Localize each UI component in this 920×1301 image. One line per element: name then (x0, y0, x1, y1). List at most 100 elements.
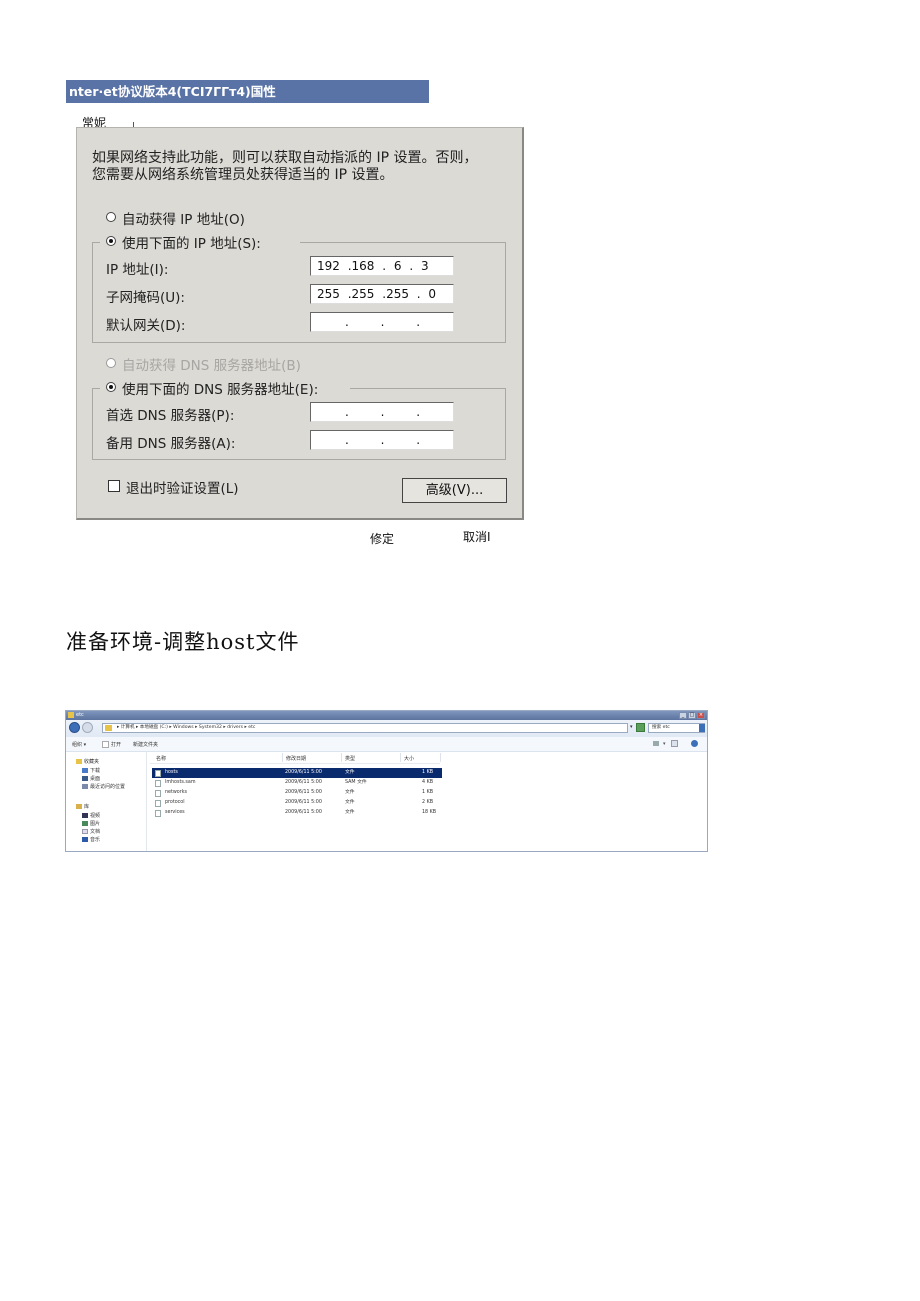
column-header-name[interactable]: 名称 (156, 755, 166, 762)
alternate-dns-field[interactable]: . . . (310, 430, 454, 450)
address-input[interactable]: ▸ 计算机 ▸ 本地磁盘 (C:) ▸ Windows ▸ System32 ▸… (102, 723, 628, 733)
sidebar-favorites-label: 收藏夹 (84, 759, 100, 765)
sidebar-item-pictures[interactable]: 图片 (82, 820, 100, 827)
column-header-date[interactable]: 修改日期 (286, 755, 306, 762)
advanced-button[interactable]: 高级(V)... (402, 478, 507, 503)
sidebar-libraries-label: 库 (84, 804, 90, 810)
folder-icon (68, 712, 74, 718)
dialog-title: nter·et协议版本4(TCI7ΓΓт4)国性 (66, 80, 429, 103)
file-date: 2009/6/11 5:00 (285, 790, 322, 795)
minimize-icon[interactable]: _ (679, 712, 687, 719)
ok-button[interactable]: 修定 (370, 530, 394, 547)
validate-checkbox[interactable] (108, 480, 120, 492)
help-icon[interactable] (691, 740, 698, 747)
preferred-dns-field[interactable]: . . . (310, 402, 454, 422)
sidebar-item-downloads[interactable]: 下载 (82, 767, 100, 774)
dns-auto-label: 自动获得 DNS 服务器地址(B) (122, 358, 301, 374)
new-folder-button[interactable]: 新建文件夹 (133, 741, 158, 748)
preview-pane-icon[interactable] (671, 740, 678, 747)
column-header-type[interactable]: 类型 (345, 755, 355, 762)
sidebar-item-label: 音乐 (90, 837, 101, 843)
view-dropdown-icon[interactable]: ▾ (663, 741, 666, 747)
file-icon (155, 770, 161, 777)
file-type: 文件 (345, 810, 355, 815)
preferred-dns-label: 首选 DNS 服务器(P): (106, 408, 235, 424)
sidebar-item-videos[interactable]: 视频 (82, 812, 100, 819)
file-icon (155, 800, 161, 807)
file-name: networks (165, 790, 187, 795)
table-row[interactable]: lmhosts.sam 2009/6/11 5:00 SAM 文件 4 KB (152, 778, 442, 788)
explorer-toolbar (66, 737, 707, 752)
dns-auto-radio[interactable] (106, 358, 116, 368)
table-row[interactable]: services 2009/6/11 5:00 文件 18 KB (152, 808, 442, 818)
close-icon[interactable]: × (697, 712, 705, 719)
open-label: 打开 (111, 742, 122, 748)
picture-icon (82, 821, 88, 826)
explorer-window: etc _ □ × ▸ 计算机 ▸ 本地磁盘 (C:) ▸ Windows ▸ … (65, 710, 708, 852)
gateway-field[interactable]: . . . (310, 312, 454, 332)
view-icon[interactable] (653, 741, 659, 746)
column-separator[interactable] (341, 753, 342, 762)
file-icon (102, 741, 109, 748)
ip-manual-radio[interactable] (106, 236, 116, 246)
sidebar-item-recent[interactable]: 最近访问的位置 (82, 783, 125, 790)
sidebar-item-documents[interactable]: 文档 (82, 828, 100, 835)
header-divider (150, 763, 440, 764)
table-row[interactable]: networks 2009/6/11 5:00 文件 1 KB (152, 788, 442, 798)
sidebar-item-label: 图片 (90, 821, 101, 827)
address-folder-icon (105, 725, 112, 731)
open-button[interactable]: 打开 (102, 741, 121, 748)
file-date: 2009/6/11 5:00 (285, 770, 322, 775)
file-type: SAM 文件 (345, 780, 367, 785)
ip-address-field[interactable]: 192 .168 . 6 . 3 (310, 256, 454, 276)
column-header-size[interactable]: 大小 (404, 755, 414, 762)
file-date: 2009/6/11 5:00 (285, 780, 322, 785)
explorer-titlebar: etc _ □ × (66, 711, 707, 720)
search-input[interactable]: 搜索 etc (648, 723, 705, 733)
sidebar-item-label: 文档 (90, 829, 101, 835)
file-icon (155, 790, 161, 797)
explorer-title: etc (76, 712, 84, 718)
sidebar-item-label: 下载 (90, 768, 101, 774)
file-size: 1 KB (422, 770, 434, 775)
sidebar-favorites[interactable]: 收藏夹 (76, 758, 99, 765)
table-row[interactable]: hosts 2009/6/11 5:00 文件 1 KB (152, 768, 442, 778)
dns-manual-radio[interactable] (106, 382, 116, 392)
subnet-field[interactable]: 255 .255 .255 . 0 (310, 284, 454, 304)
file-size: 1 KB (422, 790, 434, 795)
file-name: protocol (165, 800, 185, 805)
sidebar-libraries[interactable]: 库 (76, 803, 89, 810)
refresh-icon[interactable] (636, 723, 645, 732)
desktop-icon (82, 776, 88, 781)
download-icon (82, 768, 88, 773)
search-icon[interactable] (699, 724, 705, 732)
file-size: 18 KB (422, 810, 437, 815)
description-line-2: 您需要从网络系统管理员处获得适当的 IP 设置。 (92, 167, 394, 183)
alternate-dns-label: 备用 DNS 服务器(A): (106, 436, 236, 452)
organize-button[interactable]: 组织 ▾ (72, 741, 86, 748)
file-name: services (165, 810, 185, 815)
address-dropdown-icon[interactable]: ▾ (630, 724, 634, 732)
dns-manual-label: 使用下面的 DNS 服务器地址(E): (122, 382, 319, 398)
table-row[interactable]: protocol 2009/6/11 5:00 文件 2 KB (152, 798, 442, 808)
forward-icon[interactable] (82, 722, 93, 733)
column-separator[interactable] (282, 753, 283, 762)
file-date: 2009/6/11 5:00 (285, 810, 322, 815)
back-icon[interactable] (69, 722, 80, 733)
column-separator[interactable] (440, 753, 441, 762)
file-icon (155, 780, 161, 787)
file-size: 4 KB (422, 780, 434, 785)
document-icon (82, 829, 88, 834)
file-icon (155, 810, 161, 817)
subnet-label: 子网掩码(U): (106, 290, 185, 306)
cancel-button[interactable]: 取消I (463, 528, 491, 545)
sidebar-item-label: 最近访问的位置 (90, 784, 126, 790)
validate-label: 退出时验证设置(L) (126, 481, 239, 497)
maximize-icon[interactable]: □ (688, 712, 696, 719)
file-size: 2 KB (422, 800, 434, 805)
library-icon (76, 804, 82, 809)
sidebar-item-music[interactable]: 音乐 (82, 836, 100, 843)
ip-auto-radio[interactable] (106, 212, 116, 222)
sidebar-item-desktop[interactable]: 桌面 (82, 775, 100, 782)
column-separator[interactable] (400, 753, 401, 762)
